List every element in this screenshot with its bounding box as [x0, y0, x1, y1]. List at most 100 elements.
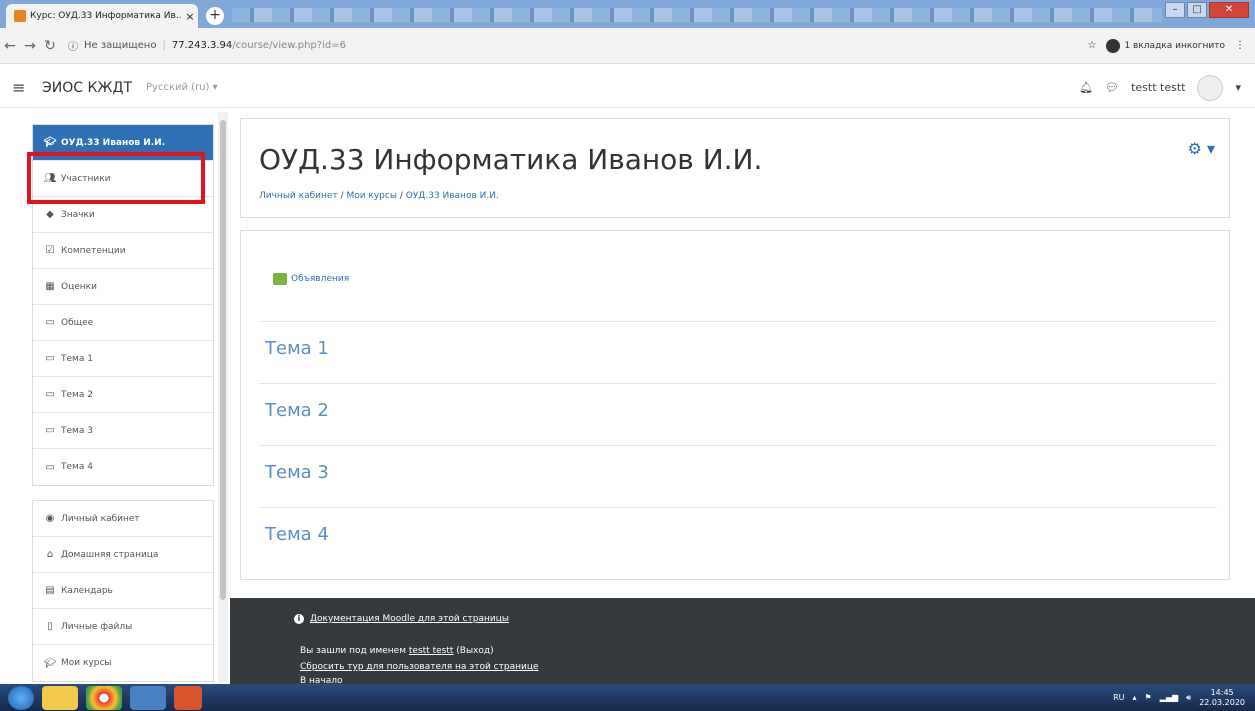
- sidebar-item-label: ОУД.33 Иванов И.И.: [61, 137, 166, 148]
- tray-arrow-icon[interactable]: ▴: [1132, 693, 1136, 702]
- sidebar-item-calendar[interactable]: ▤ Календарь: [33, 573, 213, 609]
- hamburger-menu-icon[interactable]: ≡: [12, 78, 38, 97]
- incognito-indicator[interactable]: 1 вкладка инкогнито: [1106, 38, 1225, 53]
- section-topic-1[interactable]: Тема 1: [259, 321, 1217, 383]
- language-indicator[interactable]: RU: [1113, 693, 1124, 702]
- moodle-docs-label: Документация Moodle для этой страницы: [310, 614, 509, 624]
- reset-tour-link[interactable]: Сбросить тур для пользователя на этой ст…: [300, 662, 539, 672]
- notification-bell-icon[interactable]: 🔔︎: [1079, 81, 1093, 94]
- section-topic-2[interactable]: Тема 2: [259, 383, 1217, 445]
- login-info: Вы зашли под именем testt testt (Выход): [300, 646, 494, 656]
- scrollbar-thumb[interactable]: [220, 120, 226, 600]
- nav-drawer: 🎓︎ ОУД.33 Иванов И.И. 👥︎ Участники ◆ Значки…: [32, 124, 214, 696]
- participants-highlight-box: [27, 152, 205, 204]
- forum-icon: [273, 273, 287, 285]
- sidebar-item-label: Домашняя страница: [61, 549, 159, 560]
- sidebar-item-private-files[interactable]: ▯ Личные файлы: [33, 609, 213, 645]
- url-text[interactable]: 77.243.3.94/course/view.php?id=6: [172, 40, 346, 51]
- info-icon: i: [294, 614, 304, 624]
- site-navbar: ≡ ЭИОС КЖДТ Русский (ru) ▾ 🔔︎ 💬︎ testt t…: [0, 68, 1255, 108]
- breadcrumb-course[interactable]: ОУД.33 Иванов И.И.: [406, 191, 499, 201]
- competency-icon: ☑: [45, 245, 55, 256]
- not-secure-label: Не защищено: [84, 40, 157, 51]
- sidebar-item-label: Мои курсы: [61, 658, 112, 668]
- user-name[interactable]: testt testt: [1131, 81, 1185, 94]
- moodle-favicon-icon: [14, 10, 26, 22]
- tab-title: Курс: ОУД.33 Информатика Ив...: [30, 11, 182, 21]
- calendar-icon: ▤: [45, 585, 55, 596]
- new-tab-button[interactable]: +: [206, 7, 224, 25]
- language-selector[interactable]: Русский (ru) ▾: [146, 82, 218, 93]
- sidebar-item-my-courses[interactable]: 🎓︎ Мои курсы: [33, 645, 213, 681]
- logout-link[interactable]: (Выход): [456, 646, 493, 656]
- bookmark-star-icon[interactable]: ☆: [1088, 40, 1097, 51]
- site-name[interactable]: ЭИОС КЖДТ: [42, 80, 132, 96]
- clock-date: 22.03.2020: [1199, 697, 1245, 707]
- user-menu-caret-icon[interactable]: ▾: [1235, 81, 1241, 94]
- folder-icon: ▭: [45, 425, 55, 436]
- sidebar-scrollbar[interactable]: [218, 112, 228, 682]
- file-icon: ▯: [47, 621, 53, 632]
- news-forum-label: Объявления: [291, 274, 350, 284]
- graduation-cap-icon: 🎓︎: [43, 137, 57, 148]
- breadcrumb-my-courses[interactable]: Мои курсы: [346, 191, 397, 201]
- sidebar-item-topic-4[interactable]: ▭ Тема 4: [33, 449, 213, 485]
- site-nav-group: ◉ Личный кабинет ⌂ Домашняя страница ▤ Кале…: [32, 500, 214, 682]
- url-path: /course/view.php?id=6: [232, 40, 346, 51]
- graduation-cap-icon: 🎓︎: [43, 657, 57, 669]
- sidebar-item-dashboard[interactable]: ◉ Личный кабинет: [33, 501, 213, 537]
- chrome-icon[interactable]: [86, 685, 122, 710]
- powerpoint-icon[interactable]: [174, 685, 202, 710]
- sidebar-item-topic-1[interactable]: ▭ Тема 1: [33, 341, 213, 377]
- tab-close-icon[interactable]: ×: [182, 10, 198, 23]
- course-content: Объявления Тема 1 Тема 2 Тема 3 Тема 4: [240, 230, 1230, 580]
- news-forum-link[interactable]: Объявления: [273, 273, 349, 285]
- clock[interactable]: 14:45 22.03.2020: [1199, 688, 1245, 708]
- app-icon[interactable]: [130, 685, 166, 710]
- badge-icon: ◆: [46, 209, 54, 220]
- avatar[interactable]: [1197, 74, 1224, 101]
- minimize-button[interactable]: –: [1165, 2, 1185, 18]
- back-arrow-icon[interactable]: ←: [0, 38, 20, 54]
- messages-icon[interactable]: 💬︎: [1105, 81, 1119, 94]
- sidebar-item-competencies[interactable]: ☑ Компетенции: [33, 233, 213, 269]
- browser-menu-icon[interactable]: ⋮: [1235, 40, 1245, 51]
- section-topic-4[interactable]: Тема 4: [259, 507, 1217, 569]
- incognito-label: 1 вкладка инкогнито: [1124, 40, 1225, 51]
- page-footer: i Документация Moodle для этой страницы …: [230, 598, 1255, 686]
- moodle-docs-link[interactable]: i Документация Moodle для этой страницы: [294, 614, 509, 624]
- url-box[interactable]: ⓘ Не защищено | 77.243.3.94/course/view.…: [68, 38, 346, 53]
- page-title: ОУД.33 Информатика Иванов И.И.: [259, 143, 763, 176]
- reload-icon[interactable]: ↻: [40, 38, 60, 54]
- browser-tab-strip: Курс: ОУД.33 Информатика Ив... × + – □ ✕: [0, 0, 1255, 28]
- folder-icon: ▭: [45, 461, 55, 473]
- page-header: ОУД.33 Информатика Иванов И.И. Личный ка…: [240, 118, 1230, 218]
- sidebar-item-general[interactable]: ▭ Общее: [33, 305, 213, 341]
- system-tray: RU ▴ ⚑ ▂▄▆ 🔊︎ 14:45 22.03.2020: [1113, 688, 1255, 708]
- sidebar-item-topic-3[interactable]: ▭ Тема 3: [33, 413, 213, 449]
- sidebar-item-label: Личный кабинет: [61, 513, 140, 524]
- flag-icon[interactable]: ⚑: [1145, 693, 1152, 702]
- network-icon[interactable]: ▂▄▆: [1160, 693, 1178, 702]
- browser-tab[interactable]: Курс: ОУД.33 Информатика Ив... ×: [6, 4, 198, 28]
- sidebar-item-grades[interactable]: ▦ Оценки: [33, 269, 213, 305]
- volume-icon[interactable]: 🔊︎: [1186, 693, 1191, 703]
- maximize-button[interactable]: □: [1187, 2, 1207, 18]
- file-explorer-icon[interactable]: [42, 685, 78, 710]
- sidebar-item-home[interactable]: ⌂ Домашняя страница: [33, 537, 213, 573]
- sidebar-item-topic-2[interactable]: ▭ Тема 2: [33, 377, 213, 413]
- gear-icon[interactable]: ⚙ ▾: [1188, 139, 1215, 158]
- info-icon[interactable]: ⓘ: [68, 38, 78, 53]
- sidebar-item-label: Компетенции: [61, 245, 126, 256]
- start-button[interactable]: [8, 685, 34, 710]
- window-close-button[interactable]: ✕: [1209, 2, 1249, 18]
- folder-icon: ▭: [45, 389, 55, 400]
- sidebar-item-label: Личные файлы: [61, 621, 133, 632]
- breadcrumb-dashboard[interactable]: Личный кабинет: [259, 191, 338, 201]
- folder-icon: ▭: [45, 353, 55, 364]
- footer-user-link[interactable]: testt testt: [409, 646, 454, 656]
- section-topic-3[interactable]: Тема 3: [259, 445, 1217, 507]
- forward-arrow-icon[interactable]: →: [20, 38, 40, 54]
- tab-strip-background: [232, 8, 1162, 22]
- sidebar-item-label: Тема 3: [61, 425, 93, 436]
